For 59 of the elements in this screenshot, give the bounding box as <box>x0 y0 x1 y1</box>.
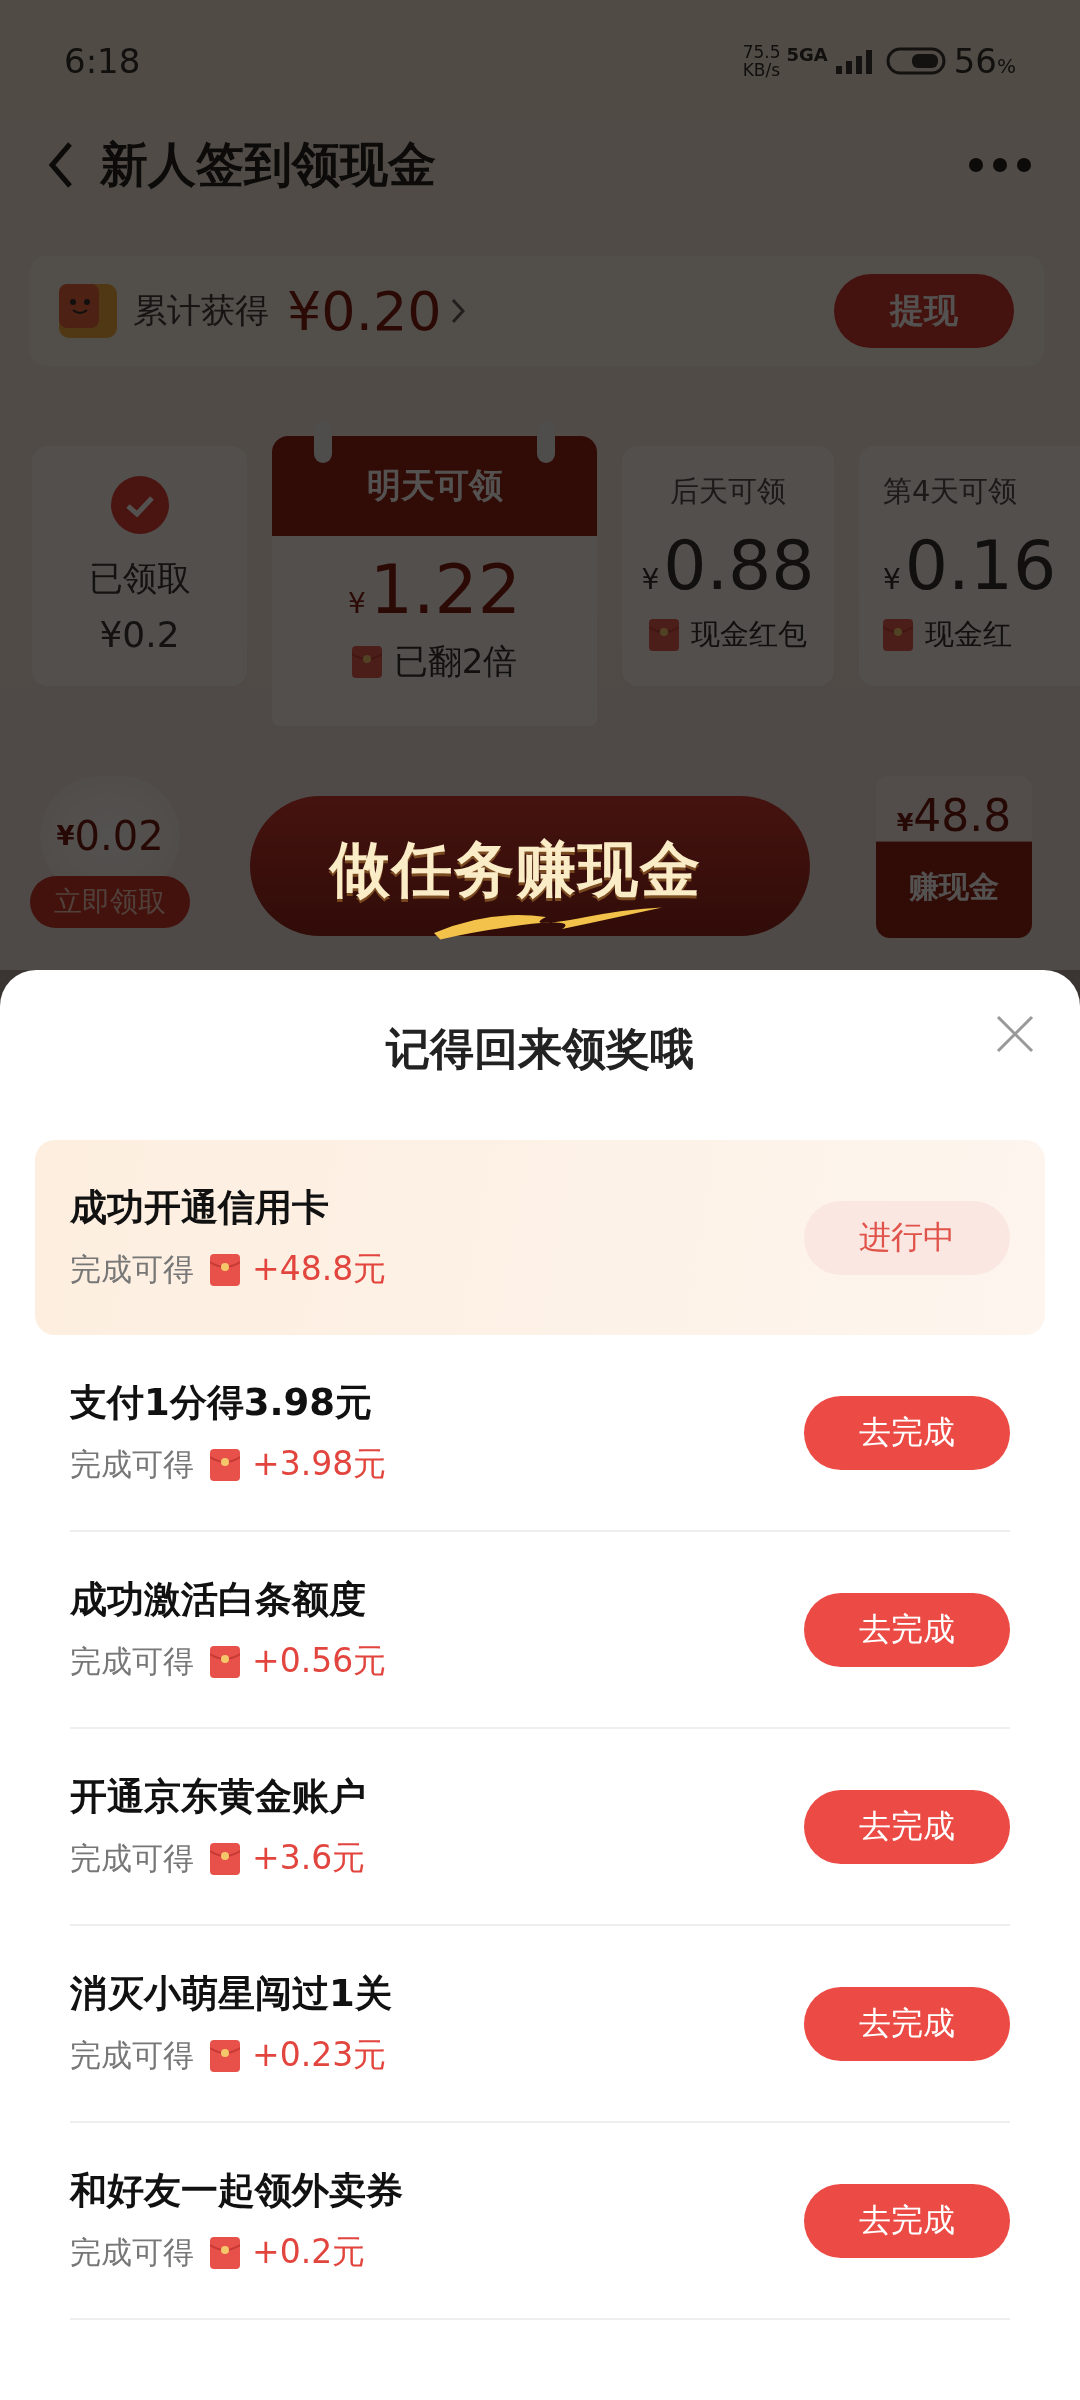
sheet-title: 记得回来领奖哦 <box>386 1021 694 1076</box>
reward-amount: +0.2元 <box>252 2231 366 2273</box>
page-title: 新人签到领现金 <box>100 135 436 194</box>
network-type: 5GA <box>786 43 828 65</box>
task-title: 消灭小萌星闯过1关 <box>70 1971 393 2017</box>
day-status: 已领取 <box>88 557 191 600</box>
day-amount: 0.88 <box>663 526 815 605</box>
status-time: 6:18 <box>64 41 142 81</box>
reward-amount: +3.6元 <box>252 1837 366 1879</box>
reward-amount: +3.98元 <box>252 1443 387 1485</box>
day-note: 现金红 <box>925 616 1012 653</box>
day-amount: 0.16 <box>904 526 1057 605</box>
card-label: 赚现金 <box>909 868 999 906</box>
status-button[interactable]: 进行中 <box>804 1200 1010 1275</box>
envelope-icon <box>210 2039 240 2072</box>
bubble-amount: 0.02 <box>74 813 164 859</box>
reward-label: 完成可得 <box>70 1838 194 1878</box>
currency-sign: ¥ <box>347 587 366 620</box>
task-title: 和好友一起领外卖券 <box>70 2168 404 2214</box>
currency-sign: ¥ <box>641 563 660 596</box>
go-button[interactable]: 去完成 <box>804 1789 1010 1864</box>
currency-sign: ¥ <box>883 563 901 596</box>
close-icon[interactable] <box>995 1014 1035 1054</box>
card-amount: 48.8 <box>913 790 1012 841</box>
earnings-label: 累计获得 <box>133 289 269 332</box>
go-button[interactable]: 去完成 <box>804 2183 1010 2258</box>
earnings-amount: ¥0.20 <box>287 279 442 343</box>
task-title: 开通京东黄金账户 <box>70 1774 367 1820</box>
currency-sign: ¥ <box>896 809 914 837</box>
go-button[interactable]: 去完成 <box>804 1986 1010 2061</box>
reward-amount: +0.23元 <box>252 2034 387 2076</box>
envelope-icon <box>210 2236 240 2269</box>
percent-sign: % <box>997 54 1016 78</box>
task-title: 成功激活白条额度 <box>70 1577 367 1623</box>
battery-percent: 56 <box>953 41 997 81</box>
reward-label: 完成可得 <box>70 1641 194 1681</box>
reward-label: 完成可得 <box>70 2035 194 2075</box>
envelope-icon <box>210 1253 240 1286</box>
network-speed-unit: KB/s <box>742 61 781 79</box>
go-button[interactable]: 去完成 <box>804 1395 1010 1470</box>
task-title: 成功开通信用卡 <box>70 1185 330 1231</box>
banner-headline: 做任务赚现金 <box>330 833 702 906</box>
reward-amount: +0.56元 <box>252 1640 387 1682</box>
reward-label: 完成可得 <box>70 1249 194 1289</box>
network-speed-value: 75.5 <box>742 43 781 61</box>
envelope-icon <box>210 1448 240 1481</box>
reward-amount: +48.8元 <box>252 1248 387 1290</box>
envelope-icon <box>210 1842 240 1875</box>
task-title: 支付1分得3.98元 <box>70 1380 374 1426</box>
day-amount: 1.22 <box>369 550 522 629</box>
day-note: 现金红包 <box>691 616 807 653</box>
reward-label: 完成可得 <box>70 2232 194 2272</box>
day-label: 明天可领 <box>366 464 503 507</box>
go-button[interactable]: 去完成 <box>804 1592 1010 1667</box>
day-note: 已翻2倍 <box>393 640 518 683</box>
day-amount: ¥0.2 <box>99 614 180 655</box>
reward-label: 完成可得 <box>70 1444 194 1484</box>
currency-sign: ¥ <box>56 821 75 851</box>
envelope-icon <box>210 1645 240 1678</box>
